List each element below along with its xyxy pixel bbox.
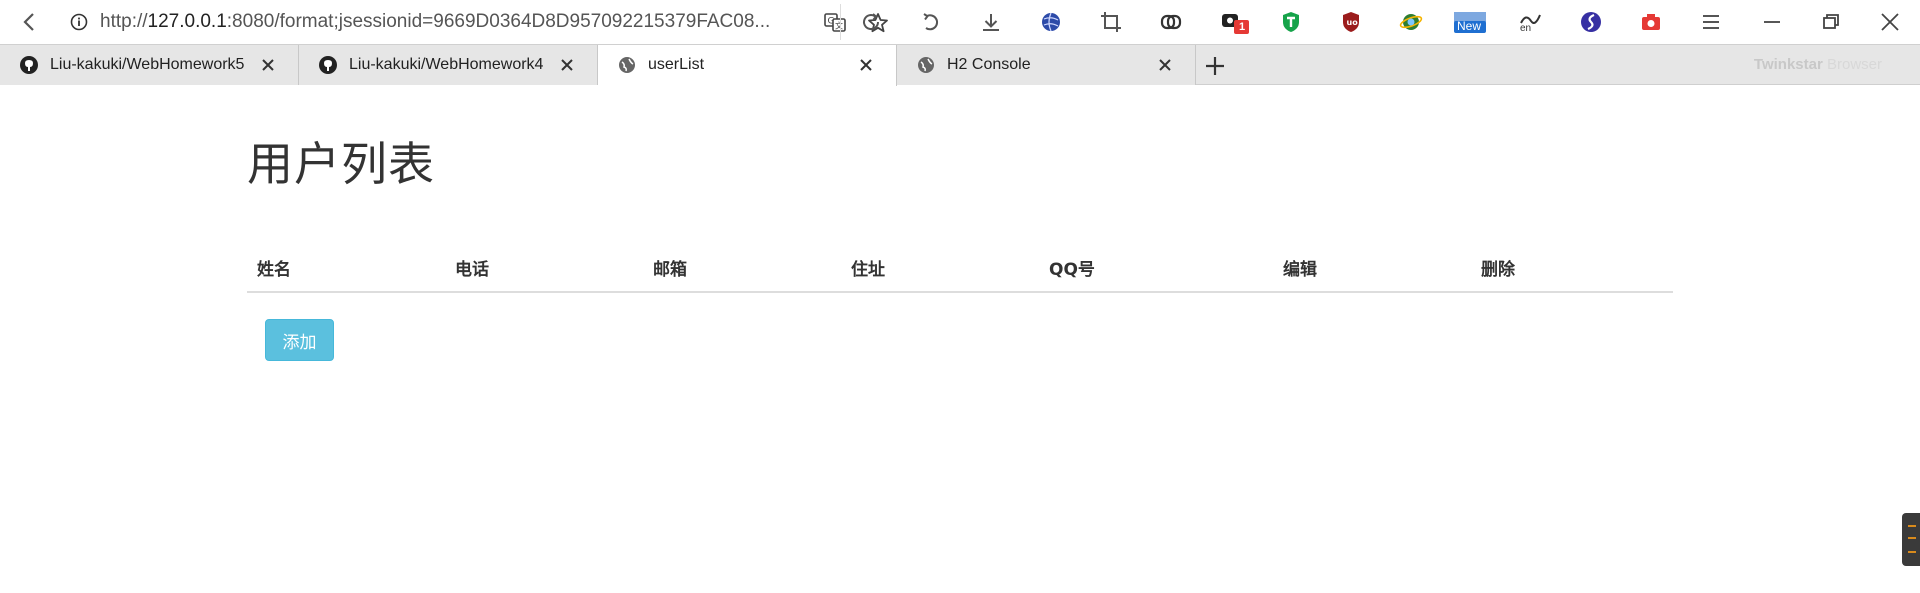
tab-title: H2 Console [947,56,1031,73]
svg-text:uo: uo [1347,18,1359,27]
browser-brand: Twinkstar Browser [1754,45,1882,85]
address-bar[interactable]: http://127.0.0.1:8080/format;jsessionid=… [58,0,888,44]
crop-icon [1101,12,1121,32]
download-button[interactable] [978,9,1004,35]
translate-icon[interactable]: G 文 [824,11,846,33]
close-tab-icon[interactable] [1157,57,1173,73]
refresh-button[interactable] [858,9,884,35]
minimize-button[interactable] [1758,8,1786,36]
refresh-icon [863,13,880,31]
restore-button[interactable] [1817,8,1845,36]
header-edit: 编辑 [1273,244,1471,293]
new-badge-label: New [1457,19,1482,33]
page-content: 用户列表 姓名 电话 邮箱 住址 QQ号 编辑 删除 添加 [0,86,1920,593]
brand-name: Twinkstar [1753,56,1823,73]
svg-text:文: 文 [835,21,843,31]
browser-toolbar: http://127.0.0.1:8080/format;jsessionid=… [0,0,1920,44]
tab-strip: Liu-kakuki/WebHomework5 Liu-kakuki/WebHo… [0,44,1920,86]
link-icon [1160,14,1182,30]
info-icon[interactable] [70,13,88,31]
tab-title: Liu-kakuki/WebHomework4 [349,56,544,73]
restore-icon [1823,14,1839,29]
close-tab-icon[interactable] [559,57,575,73]
undo-icon [923,13,939,31]
notification-extension-button[interactable]: 1 [1220,9,1252,35]
user-table: 姓名 电话 邮箱 住址 QQ号 编辑 删除 [247,244,1673,293]
link-extension-button[interactable] [1158,9,1184,35]
url-text[interactable]: http://127.0.0.1:8080/format;jsessionid=… [100,0,820,44]
screenshot-button[interactable] [1638,9,1664,35]
language-extension-button[interactable]: en [1518,9,1544,35]
header-email: 邮箱 [643,244,841,293]
url-rest: :8080/format;jsessionid=9669D0364D8D9570… [226,11,771,32]
menu-button[interactable] [1698,9,1724,35]
close-icon [1881,13,1899,31]
brand-sub: Browser [1822,56,1882,73]
tab-title: userList [648,56,705,73]
back-button[interactable] [16,8,44,36]
header-delete: 删除 [1471,244,1673,293]
globe-extension-button[interactable] [1038,9,1064,35]
widget-bar [1908,525,1916,527]
side-widget-handle[interactable] [1902,513,1920,566]
camera-icon [1642,14,1660,30]
new-tab-plus-icon[interactable] [1203,54,1227,78]
sync-extension-button[interactable] [1578,9,1604,35]
crop-screenshot-button[interactable] [1098,9,1124,35]
ublock-button[interactable]: uo [1338,9,1364,35]
tab-webhomework5[interactable]: Liu-kakuki/WebHomework5 [0,45,299,85]
header-address: 住址 [841,244,1039,293]
header-name: 姓名 [247,244,445,293]
page-title: 用户列表 [247,137,435,191]
ie-tab-button[interactable] [1398,9,1424,35]
extension-badge-count: 1 [1239,21,1246,33]
globe-extension-icon [1042,12,1060,32]
language-label: en [1520,23,1532,34]
ublock-shield-icon: uo [1343,12,1359,32]
widget-bar [1908,537,1916,539]
back-arrow-icon [23,13,34,31]
widget-bar [1908,551,1916,553]
ie-globe-icon [1399,14,1423,30]
undo-close-tab-button[interactable] [918,9,944,35]
globe-icon [918,57,934,73]
hamburger-menu-icon [1703,15,1719,29]
swirl-icon [1581,12,1601,32]
minimize-icon [1764,21,1780,23]
github-icon [319,56,337,74]
github-icon [20,56,38,74]
tab-userlist[interactable]: userList [598,45,897,86]
new-feature-button[interactable]: New [1452,9,1488,35]
mail-extension-icon [1222,14,1249,34]
tab-h2-console[interactable]: H2 Console [897,45,1196,85]
toolbar-divider [840,4,841,40]
table-header-row: 姓名 电话 邮箱 住址 QQ号 编辑 删除 [247,244,1673,293]
close-tab-icon[interactable] [858,57,874,73]
close-tab-icon[interactable] [260,57,276,73]
download-icon [983,14,999,31]
header-qq: QQ号 [1039,244,1273,293]
tab-webhomework4[interactable]: Liu-kakuki/WebHomework4 [299,45,598,85]
shield-t-icon [1283,12,1299,32]
tampermonkey-button[interactable] [1278,9,1304,35]
url-prefix: http:// [100,11,148,32]
globe-icon [619,57,635,73]
header-phone: 电话 [445,244,643,293]
add-user-button[interactable]: 添加 [265,319,334,361]
url-host: 127.0.0.1 [147,11,227,32]
close-window-button[interactable] [1876,8,1904,36]
tab-title: Liu-kakuki/WebHomework5 [50,56,245,73]
